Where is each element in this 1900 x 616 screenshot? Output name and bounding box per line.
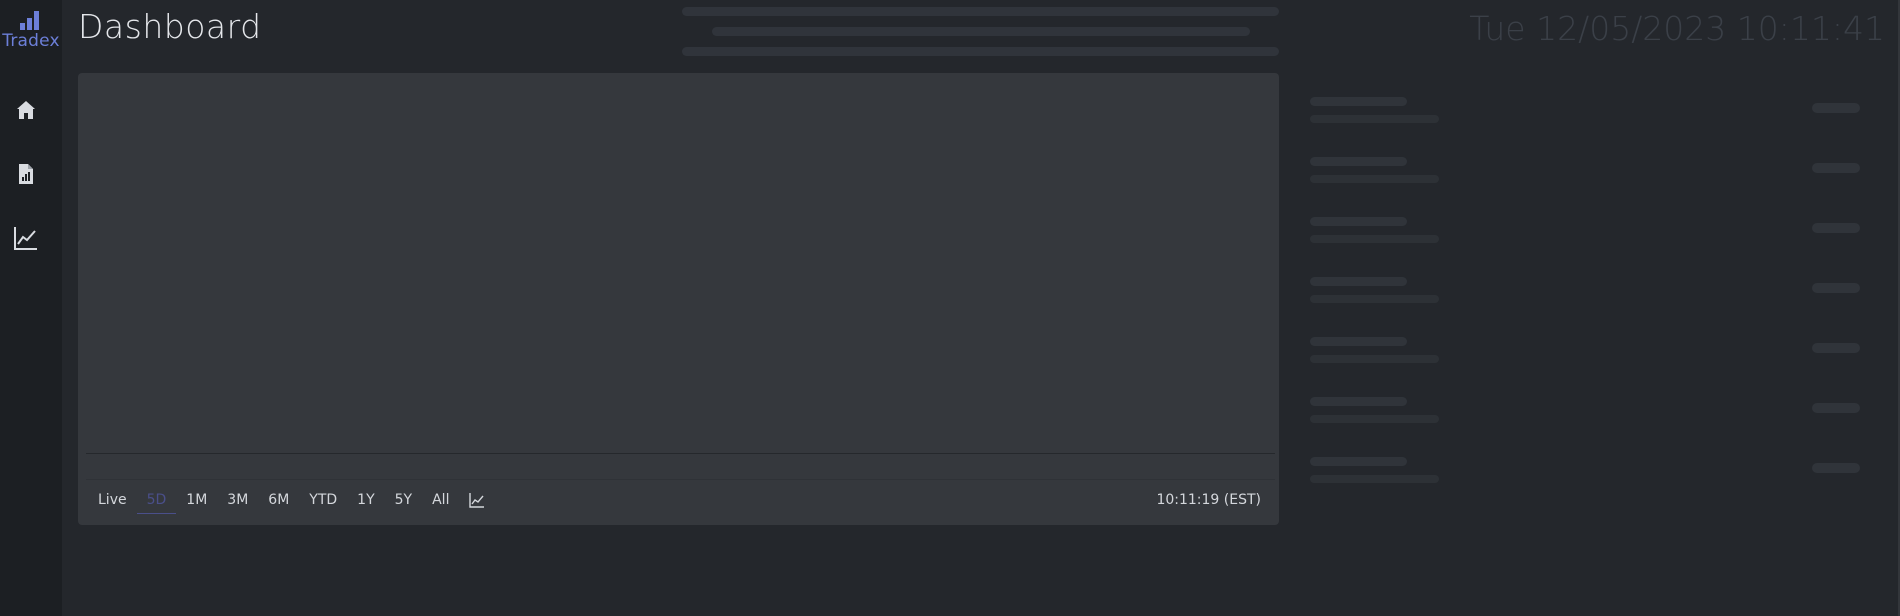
range-3m[interactable]: 3M (217, 486, 258, 514)
chart-type-button[interactable] (459, 486, 495, 514)
bar-chart-icon (20, 11, 39, 30)
current-datetime: Tue 12/05/2023 10:11:41 (1469, 9, 1885, 48)
line-chart-icon (469, 493, 485, 508)
range-5d[interactable]: 5D (136, 486, 177, 514)
watchlist-placeholder-row (1310, 157, 1870, 187)
range-1y[interactable]: 1Y (347, 486, 384, 514)
nav-item-home[interactable] (10, 94, 42, 126)
watchlist-placeholder-row (1310, 457, 1870, 487)
brand-name: Tradex (2, 31, 60, 51)
sidebar: Tradex (0, 0, 62, 616)
brand-logo[interactable]: Tradex (0, 8, 62, 51)
watchlist-placeholder-row (1310, 397, 1870, 427)
nav-item-reports[interactable] (10, 158, 42, 190)
home-icon (17, 101, 35, 119)
range-ytd[interactable]: YTD (299, 486, 347, 514)
watchlist-placeholder-row (1310, 97, 1870, 127)
watchlist-placeholder-row (1310, 277, 1870, 307)
nav-item-analytics[interactable] (10, 222, 42, 254)
chart-timestamp: 10:11:19 (EST) (1156, 492, 1261, 508)
range-6m[interactable]: 6M (258, 486, 299, 514)
range-live[interactable]: Live (88, 486, 137, 514)
time-range-selector: Live 5D 1M 3M 6M YTD 1Y 5Y All (88, 485, 495, 515)
range-all[interactable]: All (422, 486, 459, 514)
range-1m[interactable]: 1M (176, 486, 217, 514)
price-chart-card: Live 5D 1M 3M 6M YTD 1Y 5Y All 10:11:19 … (78, 73, 1279, 525)
page-title: Dashboard (78, 7, 262, 46)
watchlist-placeholder-row (1310, 337, 1870, 367)
line-chart-icon (14, 227, 37, 250)
chart-canvas[interactable] (86, 77, 1275, 454)
report-document-icon (19, 164, 33, 184)
range-5y[interactable]: 5Y (385, 486, 422, 514)
watchlist-placeholder-row (1310, 217, 1870, 247)
chart-divider (86, 479, 1275, 480)
